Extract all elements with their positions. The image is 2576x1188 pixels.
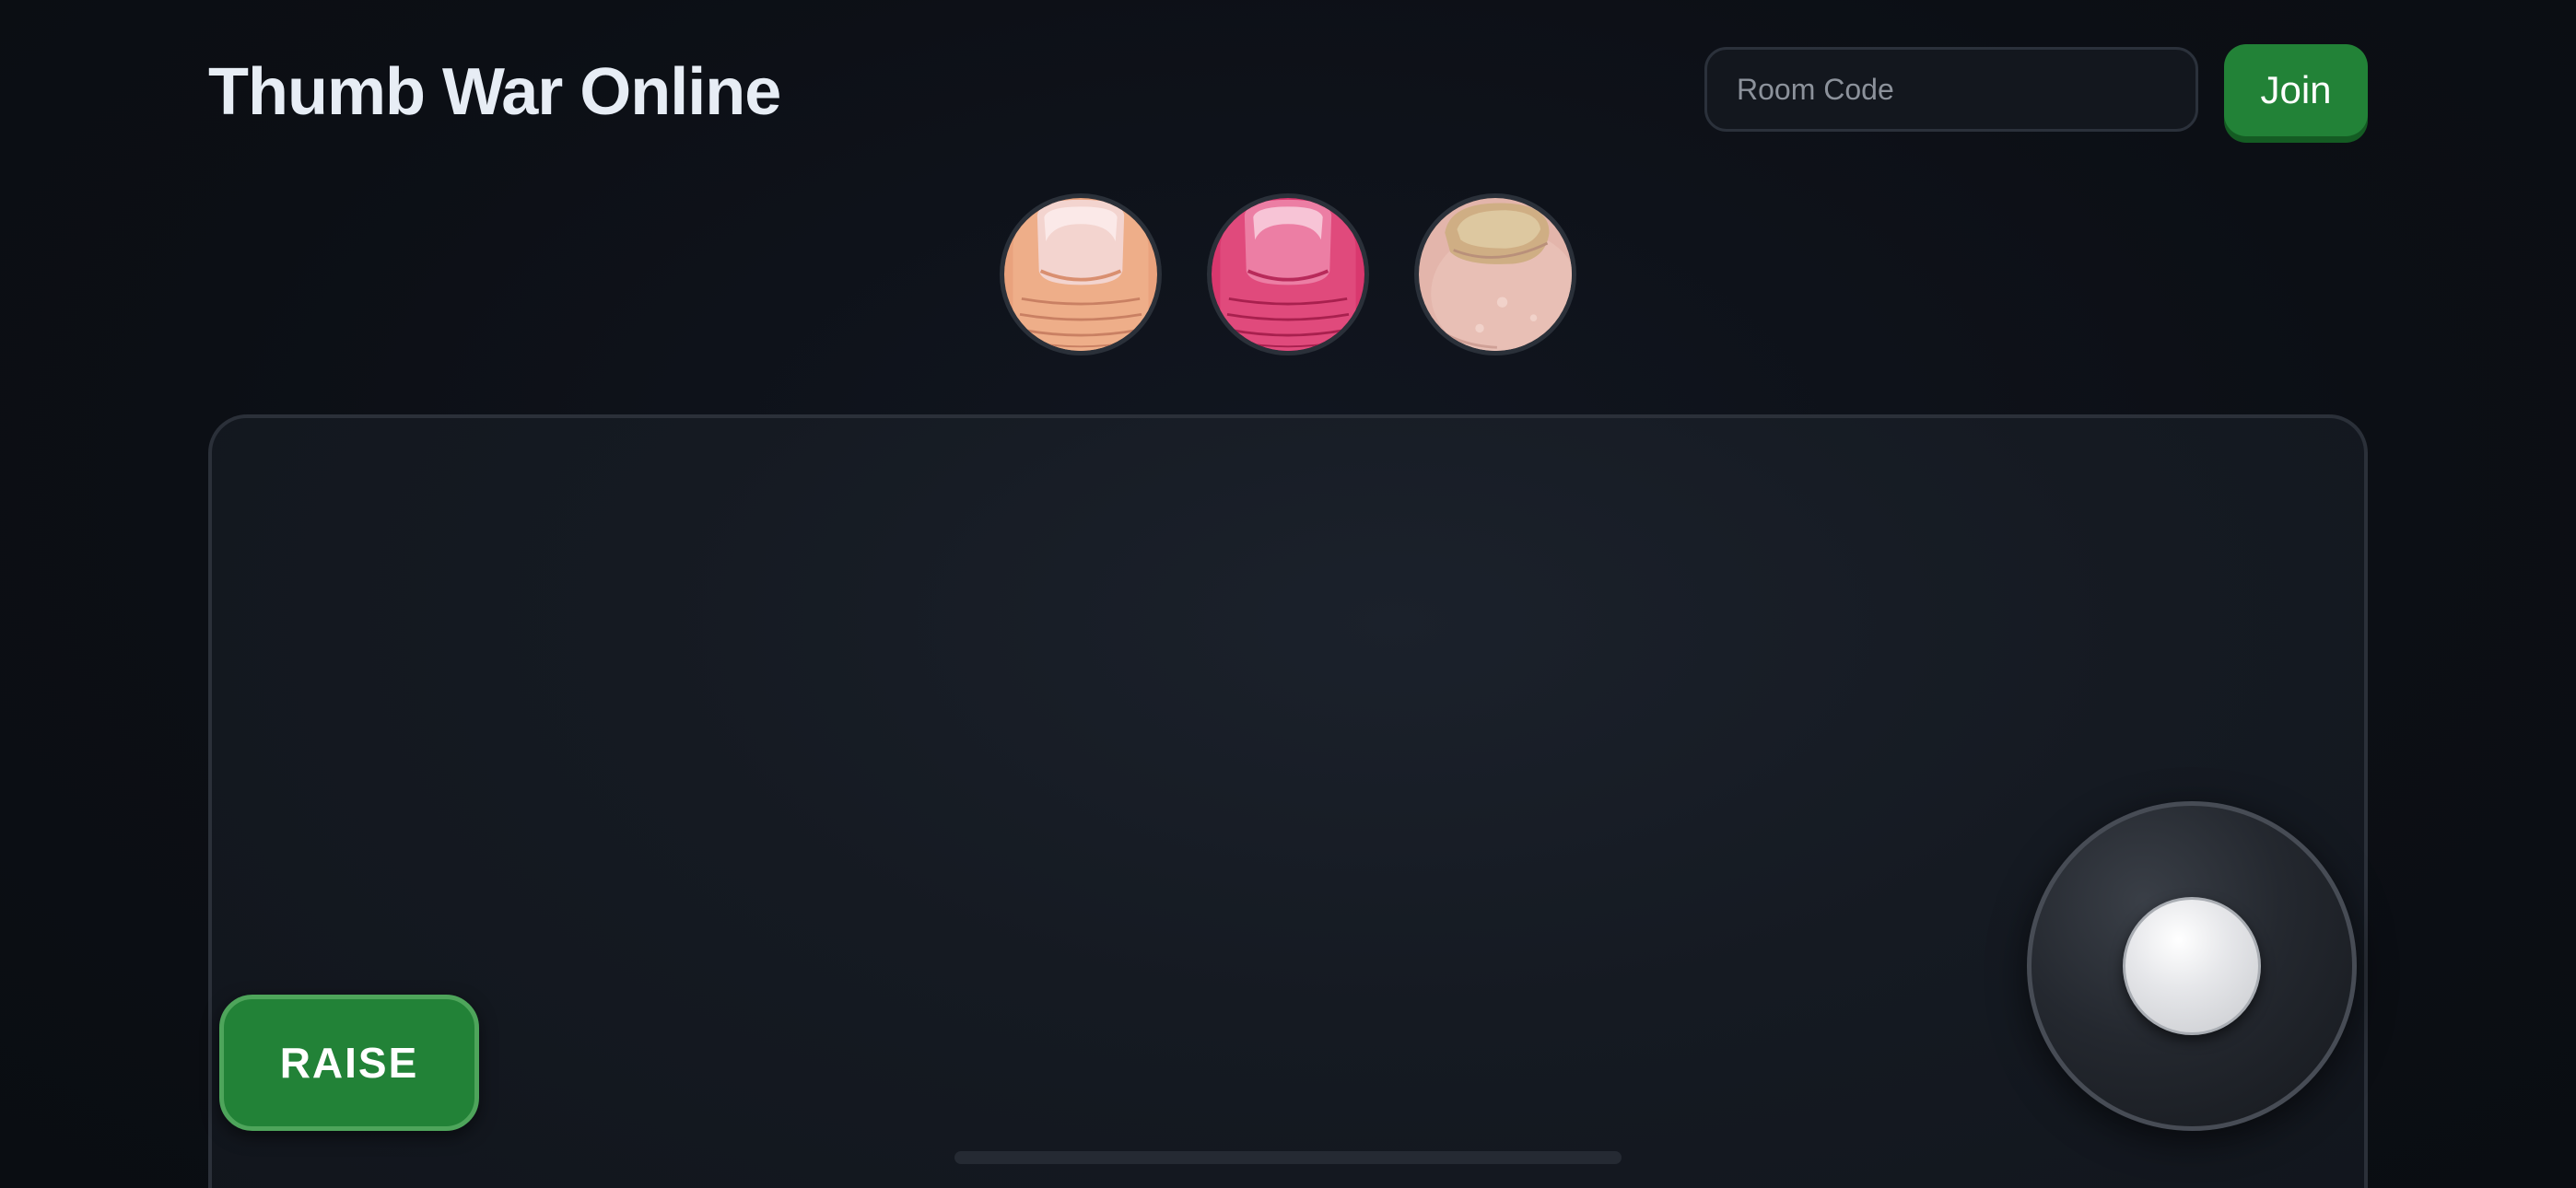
home-indicator	[954, 1151, 1622, 1164]
skin-option-toe[interactable]	[1414, 193, 1576, 355]
skin-option-natural-thumb[interactable]	[1000, 193, 1162, 355]
thumb-natural-icon	[1004, 198, 1157, 351]
raise-button[interactable]: RAISE	[219, 995, 479, 1131]
game-arena[interactable]	[208, 414, 2368, 1188]
join-button[interactable]: Join	[2224, 44, 2368, 136]
thumb-pink-polish-icon	[1212, 198, 1364, 351]
toe-nail-icon	[1419, 198, 1572, 351]
room-code-input[interactable]	[1704, 47, 2198, 132]
joystick-knob[interactable]	[2123, 897, 2261, 1035]
skin-option-pink-thumb[interactable]	[1207, 193, 1369, 355]
game-title: Thumb War Online	[208, 55, 781, 129]
game-screen: Thumb War Online Join	[0, 0, 2576, 1188]
